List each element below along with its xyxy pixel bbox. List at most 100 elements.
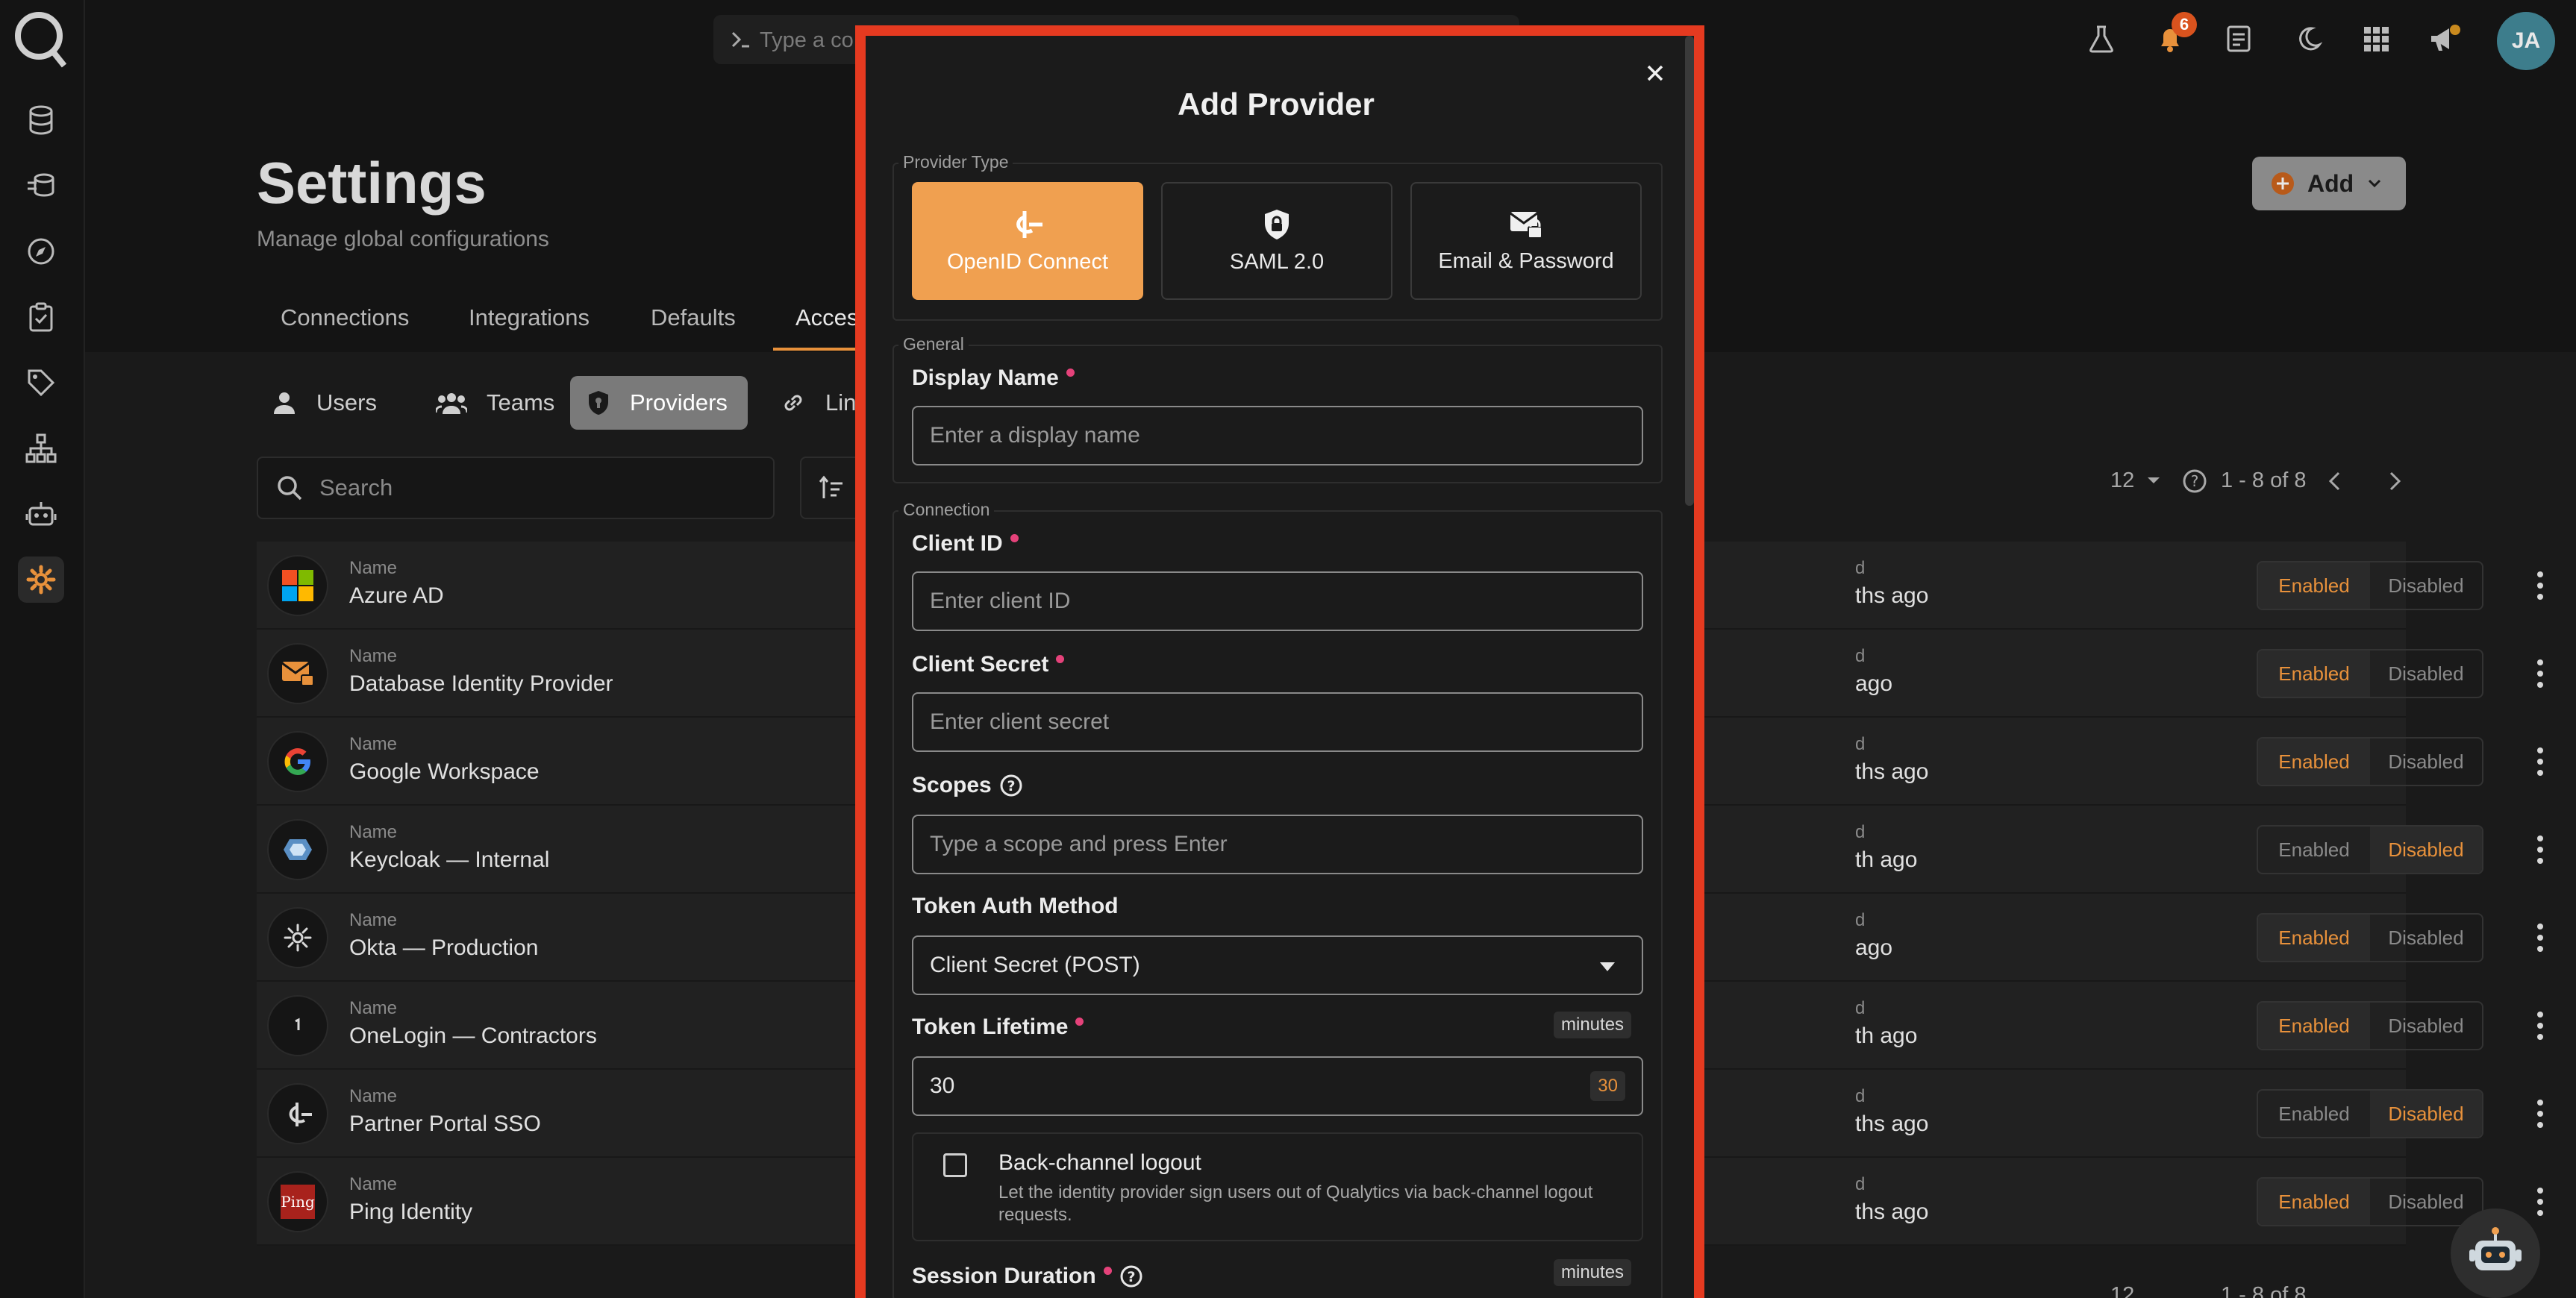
help-circle-icon[interactable]: ? xyxy=(2182,468,2207,494)
document-icon[interactable] xyxy=(2216,16,2261,61)
row-name-label: Name xyxy=(349,734,398,754)
disabled-option[interactable]: Disabled xyxy=(2370,739,2482,785)
settings-gear-icon[interactable] xyxy=(18,556,64,603)
enabled-option[interactable]: Enabled xyxy=(2258,915,2370,961)
row-name-label: Name xyxy=(349,1174,398,1194)
dark-mode-moon-icon[interactable] xyxy=(2285,16,2330,61)
sort-button[interactable] xyxy=(800,457,863,519)
user-avatar[interactable]: JA xyxy=(2497,12,2555,70)
plus-circle-icon xyxy=(2272,172,2294,195)
enabled-option[interactable]: Enabled xyxy=(2258,650,2370,697)
required-indicator xyxy=(1103,1266,1112,1275)
google-logo-icon xyxy=(267,731,328,792)
disabled-option[interactable]: Disabled xyxy=(2370,915,2482,961)
datastore-icon[interactable] xyxy=(18,97,64,143)
token-lifetime-input[interactable]: 30 30 xyxy=(912,1056,1643,1116)
enrichment-icon[interactable] xyxy=(18,163,64,209)
page-size-select-bottom[interactable]: 12 xyxy=(2110,1283,2134,1298)
command-placeholder: Type a co xyxy=(760,28,854,52)
enabled-option[interactable]: Enabled xyxy=(2258,739,2370,785)
row-menu-icon[interactable] xyxy=(2525,833,2555,867)
subtab-providers[interactable]: Providers xyxy=(570,376,748,430)
client-id-input[interactable]: Enter client ID xyxy=(912,571,1643,631)
row-updated: th ago xyxy=(1855,847,1918,872)
client-secret-input[interactable]: Enter client secret xyxy=(912,692,1643,752)
assistant-robot-icon[interactable] xyxy=(2451,1208,2540,1298)
display-name-input[interactable]: Enter a display name xyxy=(912,406,1643,465)
terminal-prompt-icon xyxy=(730,28,752,51)
enabled-option[interactable]: Enabled xyxy=(2258,1179,2370,1225)
row-name-label: Name xyxy=(349,910,398,930)
close-icon[interactable] xyxy=(1639,57,1672,90)
row-updated-label: d xyxy=(1855,734,1866,754)
add-button-label: Add xyxy=(2307,169,2354,197)
disabled-option[interactable]: Disabled xyxy=(2370,650,2482,697)
apps-grid-icon[interactable] xyxy=(2354,16,2398,61)
page-size-select[interactable]: 12 xyxy=(2110,468,2134,493)
row-updated: ths ago xyxy=(1855,1200,1929,1224)
backchannel-logout-checkbox[interactable] xyxy=(943,1153,967,1177)
token-auth-method-select[interactable]: Client Secret (POST) xyxy=(912,935,1643,995)
help-circle-icon[interactable]: ? xyxy=(1119,1264,1143,1288)
pagination-range: 1 - 8 of 8 xyxy=(2221,468,2307,492)
search-input[interactable]: Search xyxy=(257,457,775,519)
chevron-down-icon[interactable] xyxy=(2145,473,2163,488)
client-id-label-text: Client ID xyxy=(912,531,1003,556)
row-menu-icon[interactable] xyxy=(2525,921,2555,955)
disabled-option[interactable]: Disabled xyxy=(2370,1091,2482,1137)
checks-clipboard-icon[interactable] xyxy=(18,294,64,340)
status-toggle[interactable]: Enabled Disabled xyxy=(2257,649,2483,698)
row-menu-icon[interactable] xyxy=(2525,1185,2555,1219)
robot-icon[interactable] xyxy=(18,491,64,537)
provider-type-saml[interactable]: SAML 2.0 xyxy=(1161,182,1392,300)
display-name-placeholder: Enter a display name xyxy=(930,423,1140,448)
enabled-option[interactable]: Enabled xyxy=(2258,562,2370,609)
hierarchy-icon[interactable] xyxy=(18,425,64,471)
row-name-label: Name xyxy=(349,822,398,842)
subtab-teams[interactable]: Teams xyxy=(419,376,571,430)
link-icon xyxy=(784,395,802,411)
subtab-users[interactable]: Users xyxy=(255,376,393,430)
next-page-icon[interactable] xyxy=(2383,468,2406,494)
notifications-bell-icon[interactable]: 6 xyxy=(2148,12,2197,61)
flask-icon[interactable] xyxy=(2079,16,2124,61)
tab-connections[interactable]: Connections xyxy=(281,304,409,331)
tab-integrations[interactable]: Integrations xyxy=(469,304,590,331)
help-circle-icon[interactable]: ? xyxy=(999,774,1023,797)
enabled-option[interactable]: Enabled xyxy=(2258,827,2370,873)
row-menu-icon[interactable] xyxy=(2525,744,2555,779)
logo-icon[interactable] xyxy=(10,6,70,69)
status-toggle[interactable]: Enabled Disabled xyxy=(2257,825,2483,874)
provider-type-email-password[interactable]: Email & Password xyxy=(1410,182,1642,300)
prev-page-icon[interactable] xyxy=(2324,468,2346,494)
enabled-option[interactable]: Enabled xyxy=(2258,1003,2370,1049)
backchannel-logout-description: Let the identity provider sign users out… xyxy=(998,1182,1593,1225)
scopes-input[interactable]: Type a scope and press Enter xyxy=(912,815,1643,874)
add-button[interactable]: Add xyxy=(2252,157,2406,210)
status-toggle[interactable]: Enabled Disabled xyxy=(2257,1177,2483,1226)
disabled-option[interactable]: Disabled xyxy=(2370,562,2482,609)
explore-compass-icon[interactable] xyxy=(18,228,64,275)
row-updated-label: d xyxy=(1855,910,1866,930)
status-toggle[interactable]: Enabled Disabled xyxy=(2257,1089,2483,1138)
row-menu-icon[interactable] xyxy=(2525,1097,2555,1131)
announcements-megaphone-icon[interactable] xyxy=(2422,16,2467,61)
status-toggle[interactable]: Enabled Disabled xyxy=(2257,561,2483,610)
tag-icon[interactable] xyxy=(18,360,64,406)
keycloak-logo-icon xyxy=(267,819,328,880)
disabled-option[interactable]: Disabled xyxy=(2370,1003,2482,1049)
disabled-option[interactable]: Disabled xyxy=(2370,827,2482,873)
row-menu-icon[interactable] xyxy=(2525,568,2555,603)
row-menu-icon[interactable] xyxy=(2525,1009,2555,1043)
tab-defaults[interactable]: Defaults xyxy=(651,304,736,331)
disabled-option[interactable]: Disabled xyxy=(2370,1179,2482,1225)
enabled-option[interactable]: Enabled xyxy=(2258,1091,2370,1137)
tab-access[interactable]: Acces xyxy=(795,304,858,331)
sidebar xyxy=(0,0,85,1298)
row-menu-icon[interactable] xyxy=(2525,656,2555,691)
status-toggle[interactable]: Enabled Disabled xyxy=(2257,1001,2483,1050)
status-toggle[interactable]: Enabled Disabled xyxy=(2257,913,2483,962)
status-toggle[interactable]: Enabled Disabled xyxy=(2257,737,2483,786)
required-indicator xyxy=(1075,1017,1084,1026)
provider-type-openid[interactable]: OpenID Connect xyxy=(912,182,1143,300)
